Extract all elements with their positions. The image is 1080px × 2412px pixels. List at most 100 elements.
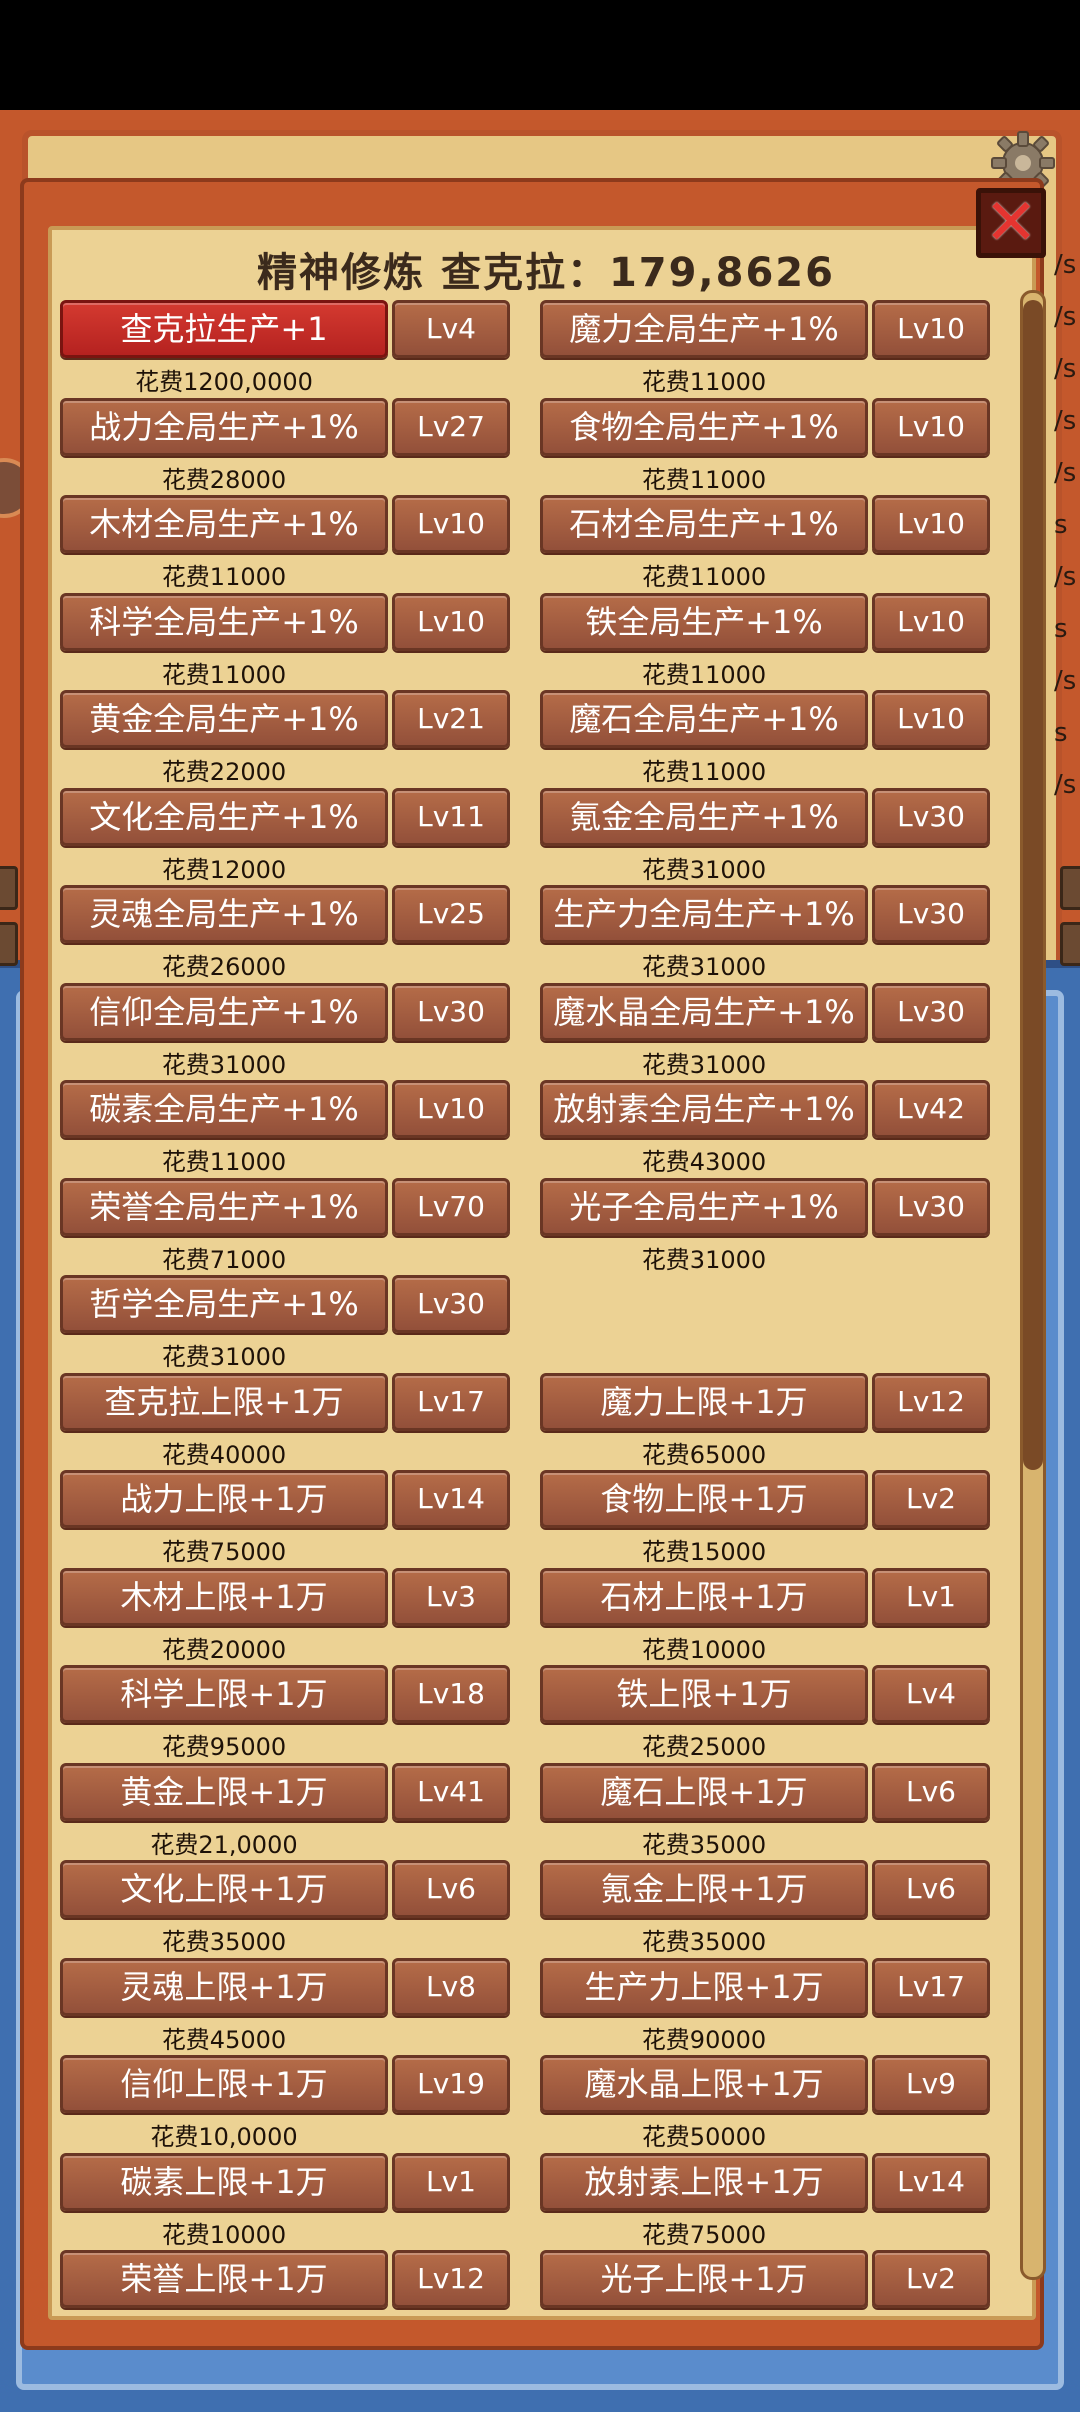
- close-icon: ✕: [984, 186, 1038, 260]
- upgrade-button[interactable]: 黄金全局生产+1%: [60, 690, 388, 748]
- upgrade-button[interactable]: 铁全局生产+1%: [540, 593, 868, 651]
- upgrade-button[interactable]: 石材上限+1万: [540, 1568, 868, 1626]
- level-badge[interactable]: Lv70: [392, 1178, 510, 1236]
- upgrade-button[interactable]: 魔水晶上限+1万: [540, 2055, 868, 2113]
- level-badge[interactable]: Lv3: [392, 1568, 510, 1626]
- level-badge[interactable]: Lv11: [392, 788, 510, 846]
- level-badge[interactable]: Lv6: [872, 1860, 990, 1918]
- level-badge[interactable]: Lv21: [392, 690, 510, 748]
- upgrade-button[interactable]: 战力上限+1万: [60, 1470, 388, 1528]
- upgrade-button[interactable]: 碳素全局生产+1%: [60, 1080, 388, 1138]
- upgrade-button[interactable]: 木材上限+1万: [60, 1568, 388, 1626]
- cost-label: 花费35000: [641, 1831, 767, 1859]
- upgrade-button[interactable]: 信仰全局生产+1%: [60, 983, 388, 1041]
- upgrade-button[interactable]: 科学全局生产+1%: [60, 593, 388, 651]
- level-badge[interactable]: Lv17: [392, 1373, 510, 1431]
- level-badge[interactable]: Lv10: [392, 1080, 510, 1138]
- cost-label: 花费35000: [161, 1928, 287, 1956]
- edge-text-fragment: s: [1054, 614, 1068, 644]
- level-badge[interactable]: Lv30: [392, 983, 510, 1041]
- upgrade-item: 放射素上限+1万 Lv14 花费75000: [540, 2153, 990, 2251]
- upgrade-button[interactable]: 信仰上限+1万: [60, 2055, 388, 2113]
- level-badge[interactable]: Lv4: [392, 300, 510, 358]
- upgrade-button[interactable]: 氪金上限+1万: [540, 1860, 868, 1918]
- upgrade-button[interactable]: 放射素全局生产+1%: [540, 1080, 868, 1138]
- upgrade-button[interactable]: 生产力上限+1万: [540, 1958, 868, 2016]
- upgrade-button[interactable]: 食物全局生产+1%: [540, 398, 868, 456]
- right-side-tab[interactable]: [1060, 922, 1080, 966]
- upgrade-button[interactable]: 黄金上限+1万: [60, 1763, 388, 1821]
- upgrade-button[interactable]: 光子全局生产+1%: [540, 1178, 868, 1236]
- upgrade-button[interactable]: 魔水晶全局生产+1%: [540, 983, 868, 1041]
- level-badge[interactable]: Lv9: [872, 2055, 990, 2113]
- level-badge[interactable]: Lv41: [392, 1763, 510, 1821]
- level-badge[interactable]: Lv4: [872, 1665, 990, 1723]
- cost-label: 花费31000: [641, 953, 767, 981]
- upgrade-button[interactable]: 光子上限+1万: [540, 2250, 868, 2308]
- left-side-tab[interactable]: [0, 922, 18, 966]
- upgrade-button[interactable]: 魔石上限+1万: [540, 1763, 868, 1821]
- upgrade-item: 战力全局生产+1% Lv27 花费28000: [60, 398, 510, 496]
- upgrade-button[interactable]: 科学上限+1万: [60, 1665, 388, 1723]
- level-badge[interactable]: Lv10: [392, 593, 510, 651]
- level-badge[interactable]: Lv1: [872, 1568, 990, 1626]
- level-badge[interactable]: Lv25: [392, 885, 510, 943]
- level-badge[interactable]: Lv10: [872, 690, 990, 748]
- upgrade-button[interactable]: 灵魂上限+1万: [60, 1958, 388, 2016]
- upgrade-button[interactable]: 石材全局生产+1%: [540, 495, 868, 553]
- upgrade-button[interactable]: 碳素上限+1万: [60, 2153, 388, 2211]
- level-badge[interactable]: Lv2: [872, 1470, 990, 1528]
- upgrade-button[interactable]: 魔力全局生产+1%: [540, 300, 868, 358]
- right-side-tab[interactable]: [1060, 866, 1080, 910]
- level-badge[interactable]: Lv14: [872, 2153, 990, 2211]
- level-badge[interactable]: Lv30: [872, 885, 990, 943]
- level-badge[interactable]: Lv10: [872, 300, 990, 358]
- level-badge[interactable]: Lv30: [872, 788, 990, 846]
- left-side-tab[interactable]: [0, 866, 18, 910]
- level-badge[interactable]: Lv30: [872, 1178, 990, 1236]
- level-badge[interactable]: Lv14: [392, 1470, 510, 1528]
- level-badge[interactable]: Lv19: [392, 2055, 510, 2113]
- scrollbar-thumb[interactable]: [1023, 300, 1043, 1470]
- upgrade-button[interactable]: 氪金全局生产+1%: [540, 788, 868, 846]
- cost-label: 花费25000: [641, 1733, 767, 1761]
- upgrade-button[interactable]: 查克拉生产+1: [60, 300, 388, 358]
- upgrade-button[interactable]: 生产力全局生产+1%: [540, 885, 868, 943]
- level-badge[interactable]: Lv18: [392, 1665, 510, 1723]
- upgrade-button[interactable]: 魔石全局生产+1%: [540, 690, 868, 748]
- upgrade-button[interactable]: 文化全局生产+1%: [60, 788, 388, 846]
- upgrade-button[interactable]: 灵魂全局生产+1%: [60, 885, 388, 943]
- level-badge[interactable]: Lv27: [392, 398, 510, 456]
- level-badge[interactable]: Lv30: [392, 1275, 510, 1333]
- edge-text-fragment: /s: [1054, 406, 1077, 436]
- level-badge[interactable]: Lv12: [392, 2250, 510, 2308]
- close-button[interactable]: ✕: [976, 188, 1046, 258]
- level-badge[interactable]: Lv1: [392, 2153, 510, 2211]
- upgrade-button[interactable]: 战力全局生产+1%: [60, 398, 388, 456]
- upgrade-button[interactable]: 魔力上限+1万: [540, 1373, 868, 1431]
- level-badge[interactable]: Lv8: [392, 1958, 510, 2016]
- level-badge[interactable]: Lv2: [872, 2250, 990, 2308]
- upgrade-button[interactable]: 木材全局生产+1%: [60, 495, 388, 553]
- cost-label: 花费71000: [161, 1246, 287, 1274]
- upgrade-button[interactable]: 荣誉上限+1万: [60, 2250, 388, 2308]
- level-badge[interactable]: Lv17: [872, 1958, 990, 2016]
- level-badge[interactable]: Lv10: [872, 593, 990, 651]
- level-badge[interactable]: Lv42: [872, 1080, 990, 1138]
- level-badge[interactable]: Lv12: [872, 1373, 990, 1431]
- upgrade-button[interactable]: 放射素上限+1万: [540, 2153, 868, 2211]
- upgrade-button[interactable]: 荣誉全局生产+1%: [60, 1178, 388, 1236]
- edge-text-fragment: /s: [1054, 302, 1077, 332]
- level-badge[interactable]: Lv10: [872, 398, 990, 456]
- level-badge[interactable]: Lv10: [872, 495, 990, 553]
- upgrade-button[interactable]: 查克拉上限+1万: [60, 1373, 388, 1431]
- upgrade-button[interactable]: 哲学全局生产+1%: [60, 1275, 388, 1333]
- upgrade-button[interactable]: 食物上限+1万: [540, 1470, 868, 1528]
- level-badge[interactable]: Lv10: [392, 495, 510, 553]
- upgrade-button[interactable]: 文化上限+1万: [60, 1860, 388, 1918]
- upgrade-button[interactable]: 铁上限+1万: [540, 1665, 868, 1723]
- level-badge[interactable]: Lv30: [872, 983, 990, 1041]
- cost-label: 花费90000: [641, 2026, 767, 2054]
- level-badge[interactable]: Lv6: [872, 1763, 990, 1821]
- level-badge[interactable]: Lv6: [392, 1860, 510, 1918]
